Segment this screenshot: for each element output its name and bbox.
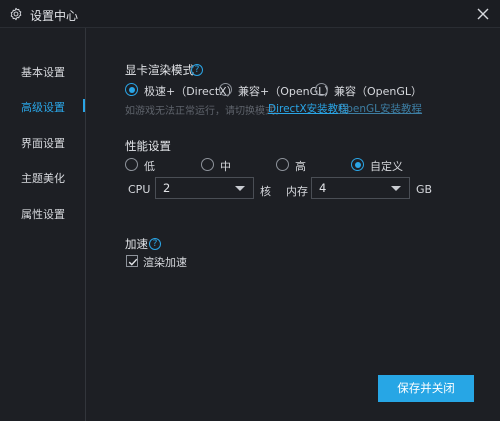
sidebar-item-label: 主题美化 — [21, 172, 65, 185]
gear-icon — [10, 7, 22, 21]
render-help-icon[interactable]: ? — [191, 64, 203, 76]
sidebar-item-theme[interactable]: 主题美化 — [0, 167, 86, 187]
acceleration-title: 加速 — [125, 237, 148, 251]
radio-dot — [219, 83, 232, 96]
radio-label: 兼容（OpenGL） — [334, 85, 423, 98]
sidebar: 基本设置 高级设置 界面设置 主题美化 属性设置 — [0, 28, 86, 421]
radio-label: 自定义 — [370, 160, 403, 173]
title-bar: 设置中心 — [0, 0, 500, 28]
opengl-tutorial-link[interactable]: OpenGL安装教程 — [338, 101, 422, 116]
cpu-label: CPU — [128, 183, 151, 196]
chevron-down-icon — [235, 186, 245, 191]
render-accel-checkbox[interactable] — [126, 255, 138, 267]
memory-label: 内存 — [286, 185, 308, 198]
acceleration-help-icon[interactable]: ? — [149, 238, 161, 250]
radio-label: 低 — [144, 160, 155, 173]
close-icon[interactable] — [476, 7, 490, 21]
performance-title: 性能设置 — [125, 139, 171, 153]
directx-tutorial-link[interactable]: DirectX安装教程 — [268, 101, 349, 116]
radio-dot — [201, 158, 214, 171]
memory-unit: GB — [416, 183, 433, 196]
sidebar-item-interface[interactable]: 界面设置 — [0, 132, 86, 152]
radio-dot — [125, 83, 138, 96]
active-indicator — [83, 99, 85, 112]
radio-dot — [351, 158, 364, 171]
cpu-select-value: 2 — [163, 181, 171, 195]
chevron-down-icon — [391, 186, 401, 191]
render-accel-label: 渲染加速 — [143, 256, 187, 269]
settings-panel: 显卡渲染模式 ? 极速+（DirectX） 兼容+（OpenGL） 兼容（Ope… — [87, 28, 500, 421]
memory-select-value: 4 — [319, 181, 327, 195]
sidebar-item-basic[interactable]: 基本设置 — [0, 61, 86, 81]
sidebar-item-properties[interactable]: 属性设置 — [0, 203, 86, 223]
cpu-unit: 核 — [260, 185, 271, 198]
sidebar-item-label: 基本设置 — [21, 66, 65, 79]
radio-dot — [276, 158, 289, 171]
render-mode-title: 显卡渲染模式 — [125, 63, 194, 77]
sidebar-item-label: 高级设置 — [21, 101, 65, 114]
window-title: 设置中心 — [30, 9, 79, 23]
sidebar-item-advanced[interactable]: 高级设置 — [0, 96, 86, 116]
radio-label: 中 — [220, 160, 231, 173]
sidebar-item-label: 界面设置 — [21, 137, 65, 150]
cpu-select[interactable]: 2 — [155, 177, 254, 199]
sidebar-item-label: 属性设置 — [21, 208, 65, 221]
render-hint-text: 如游戏无法正常运行，请切换模式。 — [125, 106, 285, 117]
radio-dot — [125, 158, 138, 171]
memory-select[interactable]: 4 — [311, 177, 410, 199]
save-and-close-button[interactable]: 保存并关闭 — [378, 375, 474, 402]
radio-label: 高 — [295, 160, 306, 173]
check-icon — [128, 258, 138, 266]
radio-dot — [315, 83, 328, 96]
